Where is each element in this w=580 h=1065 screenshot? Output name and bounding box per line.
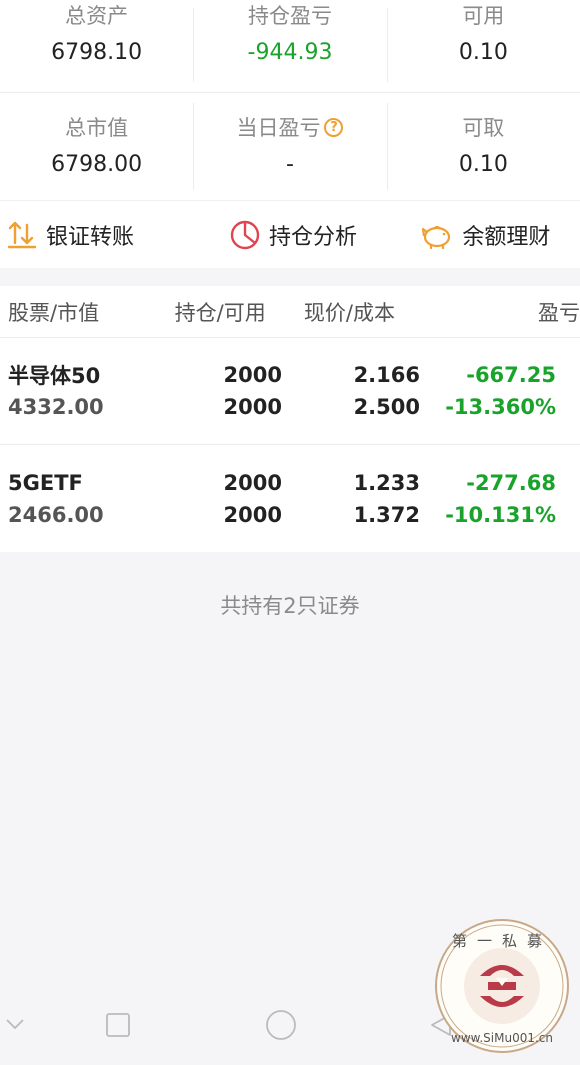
table-row[interactable]: 半导体50 2000 2.166 -667.25 4332.00 2000 2.…: [0, 338, 580, 445]
recent-apps-icon[interactable]: [105, 1012, 131, 1038]
watermark-bottom-text: www.SiMu001.cn: [451, 1031, 553, 1045]
bank-transfer-button[interactable]: 银证转账: [0, 219, 197, 251]
simu-watermark-logo: 第一私募 www.SiMu001.cn: [435, 919, 569, 1053]
header-stock: 股票/市值: [8, 300, 100, 325]
available-qty: 2000: [223, 502, 282, 527]
cost-price: 2.500: [353, 395, 420, 419]
piggy-bank-icon: [422, 225, 451, 249]
holdings-table: 股票/市值 持仓/可用 现价/成本 盈亏 半导体50 2000 2.166 -6…: [0, 286, 580, 552]
position-analysis-button[interactable]: 持仓分析: [197, 219, 388, 251]
position-analysis-label: 持仓分析: [268, 224, 357, 250]
header-pl: 盈亏: [538, 300, 580, 325]
position-pl: 持仓盈亏 -944.93: [193, 0, 386, 92]
stock-market-value: 2466.00: [8, 502, 104, 527]
available: 可用 0.10: [386, 0, 580, 92]
holdings-count-note: 共持有2只证券: [220, 594, 360, 618]
table-row[interactable]: 5GETF 2000 1.233 -277.68 2466.00 2000 1.…: [0, 445, 580, 552]
balance-wealth-label: 余额理财: [462, 224, 551, 250]
action-bar: 银证转账 持仓分析 余额理财: [0, 200, 580, 268]
total-assets: 总资产 6798.10: [0, 0, 193, 92]
row-line-bottom: 4332.00 2000 2.500 -13.360%: [0, 391, 580, 423]
stock-name: 半导体50: [8, 364, 101, 388]
stock-market-value: 4332.00: [8, 395, 104, 419]
position-pl-label: 持仓盈亏: [247, 4, 332, 28]
available-label: 可用: [462, 4, 505, 28]
available-value: 0.10: [458, 40, 508, 65]
question-icon[interactable]: ?: [324, 118, 344, 137]
pie-chart-icon: [230, 220, 260, 249]
chevron-down-icon[interactable]: [4, 1016, 26, 1032]
pl-amount: -277.68: [466, 470, 556, 495]
position-pl-value: -944.93: [247, 40, 333, 65]
watermark-top-text: 第一私募: [452, 932, 552, 950]
market-value-label: 总市值: [65, 115, 129, 140]
withdrawable-label: 可取: [462, 115, 505, 140]
cost-price: 1.372: [353, 502, 420, 527]
daily-pl-value: -: [286, 151, 294, 177]
row-line-top: 半导体50 2000 2.166 -667.25: [0, 359, 580, 391]
row-line-bottom: 2466.00 2000 1.372 -10.131%: [0, 499, 580, 531]
market-value-value: 6798.00: [51, 151, 143, 177]
daily-pl-label-wrap: 当日盈亏 ?: [236, 114, 344, 142]
position-qty: 2000: [223, 363, 282, 387]
position-qty: 2000: [223, 470, 282, 495]
total-assets-value: 6798.10: [51, 40, 143, 65]
row-line-top: 5GETF 2000 1.233 -277.68: [0, 467, 580, 499]
pl-amount: -667.25: [466, 363, 556, 387]
available-qty: 2000: [223, 395, 282, 419]
current-price: 1.233: [353, 470, 420, 495]
table-header: 股票/市值 持仓/可用 现价/成本 盈亏: [0, 286, 580, 338]
transfer-arrows-icon: [7, 221, 37, 248]
summary-row-1: 总资产 6798.10 持仓盈亏 -944.93 可用 0.10: [0, 0, 580, 92]
market-value: 总市值 6798.00: [0, 93, 193, 200]
withdrawable-value: 0.10: [458, 151, 508, 177]
home-icon[interactable]: [265, 1009, 297, 1041]
account-summary: 总资产 6798.10 持仓盈亏 -944.93 可用 0.10 总市值 679…: [0, 0, 580, 200]
current-price: 2.166: [353, 363, 420, 387]
stock-name: 5GETF: [8, 470, 83, 495]
summary-row-2: 总市值 6798.00 当日盈亏 ? - 可取 0.10: [0, 92, 580, 200]
balance-wealth-button[interactable]: 余额理财: [389, 219, 580, 251]
header-price: 现价/成本: [303, 300, 395, 325]
header-position: 持仓/可用: [174, 300, 266, 325]
total-assets-label: 总资产: [65, 4, 129, 28]
section-gap: [0, 268, 580, 286]
pl-percent: -13.360%: [445, 395, 556, 419]
pl-percent: -10.131%: [445, 502, 556, 527]
daily-pl-label: 当日盈亏: [236, 115, 321, 140]
daily-pl: 当日盈亏 ? -: [193, 93, 386, 200]
bank-transfer-label: 银证转账: [46, 224, 135, 250]
withdrawable: 可取 0.10: [386, 93, 580, 200]
